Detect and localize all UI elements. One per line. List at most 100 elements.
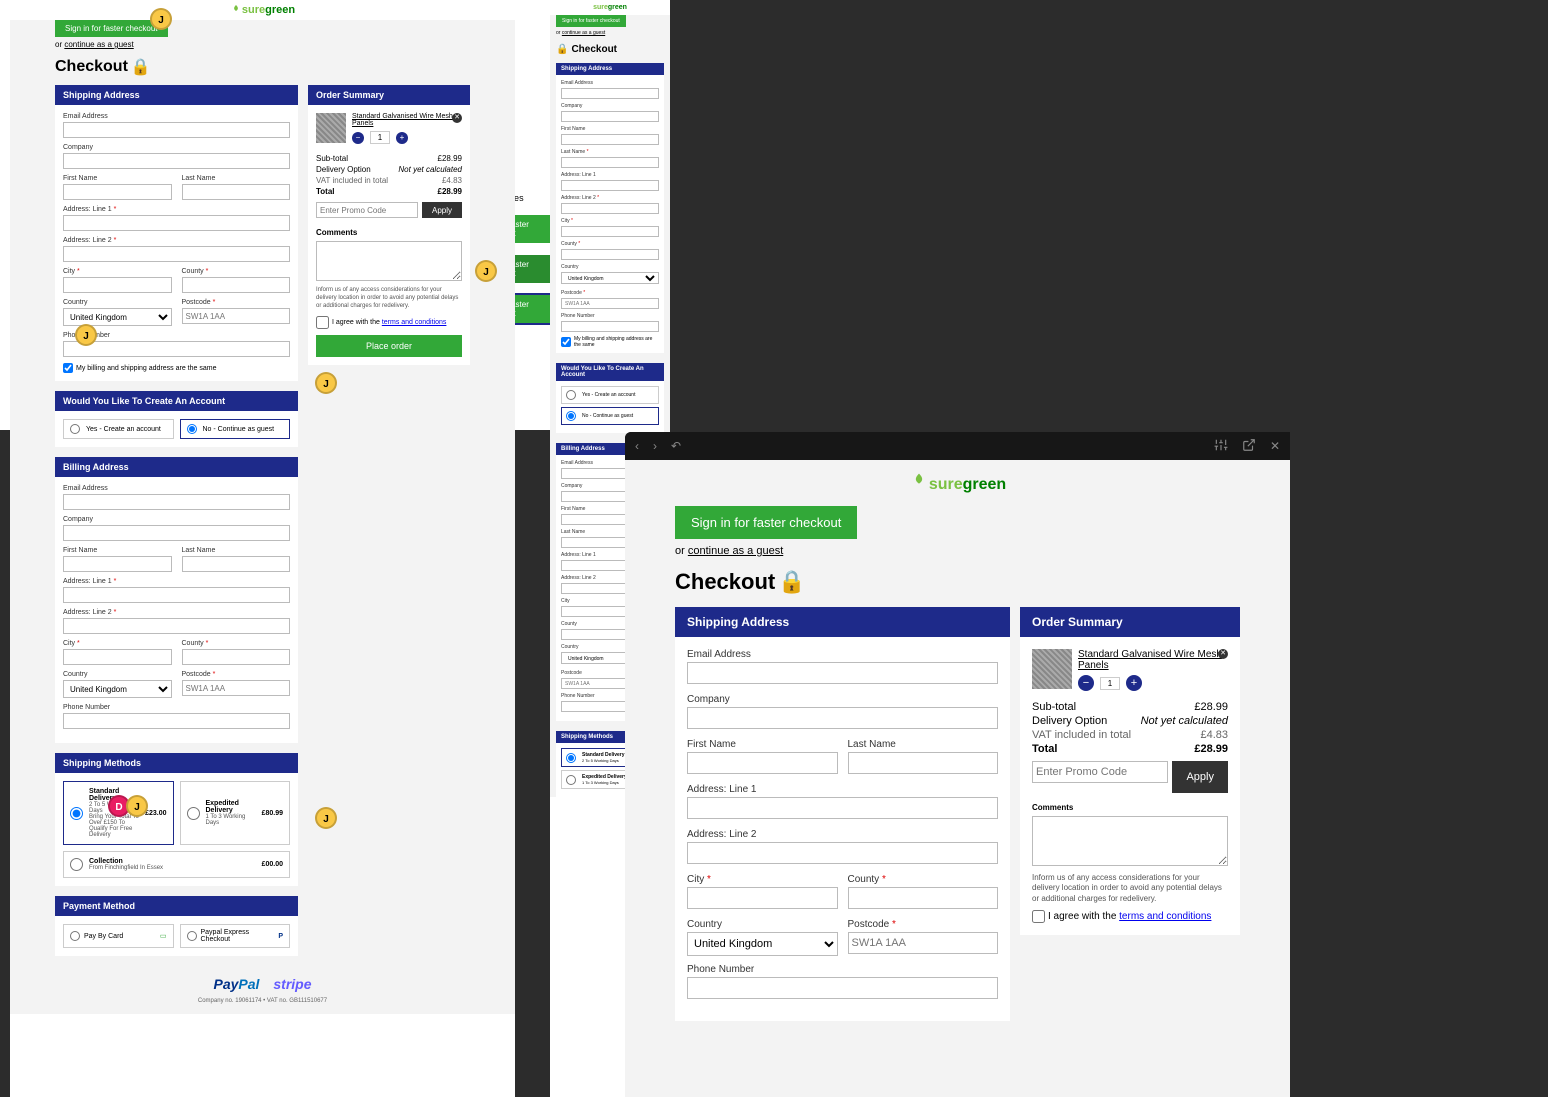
inp[interactable] [561,157,659,168]
inp[interactable] [687,707,998,729]
place-order-button[interactable]: Place order [316,335,462,357]
continue-guest-link[interactable]: continue as a guest [64,40,133,49]
inp[interactable] [687,662,998,684]
b-addr2-input[interactable] [63,618,290,634]
account-no-radio[interactable]: No - Continue as guest [180,419,291,439]
b-phone-input[interactable] [63,713,290,729]
ship-sub: 1 To 3 Working Days [206,814,256,826]
m-acc-yes[interactable]: Yes - Create an account [561,386,659,404]
undo-icon[interactable]: ↶ [671,439,681,453]
ship-collection[interactable]: CollectionFrom Finchingfield In Essex£00… [63,851,290,878]
remove-icon[interactable]: ✕ [1218,649,1228,659]
sel[interactable]: United Kingdom [687,932,838,956]
promo-input[interactable] [1032,761,1168,783]
inp[interactable] [687,752,838,774]
b-addr1-input[interactable] [63,587,290,603]
apply-button[interactable]: Apply [1172,761,1228,793]
inp[interactable] [687,977,998,999]
card-icon: ▭ [160,932,167,940]
b-postcode-input[interactable] [182,680,291,696]
first-input[interactable] [63,184,172,200]
postcode-input[interactable] [182,308,291,324]
inp[interactable] [561,203,659,214]
inp[interactable] [687,887,838,909]
last-input[interactable] [182,184,291,200]
qty-minus[interactable]: − [1078,675,1094,691]
inp[interactable] [687,842,998,864]
promo-input[interactable] [316,202,418,218]
product-thumb [316,113,346,143]
m-same-addr[interactable]: My billing and shipping address are the … [561,336,659,348]
b-email-input[interactable] [63,494,290,510]
pay-card-radio[interactable]: Pay By Card▭ [63,924,174,948]
b-addr2-label: Address: Line 2 * [63,609,290,616]
terms-checkbox[interactable]: I agree with the terms and conditions [316,316,462,329]
ship-expedited[interactable]: Expedited Delivery1 To 3 Working Days£80… [180,781,291,845]
close-icon[interactable]: ✕ [1270,439,1280,453]
b-city-label: City * [63,640,172,647]
inp[interactable] [561,180,659,191]
inp[interactable] [561,88,659,99]
b-city-input[interactable] [63,649,172,665]
pay-paypal-radio[interactable]: Paypal Express CheckoutP [180,924,291,948]
terms-link[interactable]: terms and conditions [382,319,447,326]
sel[interactable]: United Kingdom [561,272,659,284]
m-guest-link[interactable]: continue as a guest [562,30,605,36]
product-name[interactable]: Standard Galvanised Wire Mesh Panels [352,113,462,127]
lbl: County * [848,874,999,885]
inp[interactable] [561,111,659,122]
m-signin[interactable]: Sign in for faster checkout [556,15,626,27]
p-shipping: Shipping Address Email Address Company F… [675,607,1010,1021]
b-first-input[interactable] [63,556,172,572]
qty-value: 1 [370,131,390,144]
inp[interactable] [561,134,659,145]
m-acc-no[interactable]: No - Continue as guest [561,407,659,425]
comments-textarea[interactable] [316,241,462,281]
first-label: First Name [63,175,172,182]
account-yes-radio[interactable]: Yes - Create an account [63,419,174,439]
b-company-input[interactable] [63,525,290,541]
settings-icon[interactable] [1214,438,1228,455]
same-address-checkbox[interactable]: My billing and shipping address are the … [63,363,290,373]
qty-minus[interactable]: − [352,132,364,144]
cmt-lbl: Comments [1032,803,1228,812]
terms-link[interactable]: terms and conditions [1119,911,1211,922]
apply-button[interactable]: Apply [422,202,462,218]
b-country-select[interactable]: United Kingdom [63,680,172,698]
county-input[interactable] [182,277,291,293]
qty-plus[interactable]: + [1126,675,1142,691]
inp[interactable] [561,298,659,309]
email-input[interactable] [63,122,290,138]
b-county-input[interactable] [182,649,291,665]
inp[interactable] [848,932,999,954]
remove-item-icon[interactable]: ✕ [452,113,462,123]
addr2-input[interactable] [63,246,290,262]
company-input[interactable] [63,153,290,169]
back-icon[interactable]: ‹ [635,439,639,453]
country-select[interactable]: United Kingdom [63,308,172,326]
forward-icon[interactable]: › [653,439,657,453]
inp[interactable] [561,226,659,237]
qty-plus[interactable]: + [396,132,408,144]
user-avatar-j: J [75,324,97,346]
terms-chk[interactable]: I agree with the terms and conditions [1032,910,1228,923]
lock-icon: 🔒 [131,57,151,77]
m-account-panel: Would You Like To Create An Account Yes … [556,363,664,433]
cmt-ta[interactable] [1032,816,1228,866]
phone-input[interactable] [63,341,290,357]
inp[interactable] [561,321,659,332]
email-label: Email Address [63,113,290,120]
city-input[interactable] [63,277,172,293]
open-external-icon[interactable] [1242,438,1256,455]
p-signin[interactable]: Sign in for faster checkout [675,506,857,539]
product-name[interactable]: Standard Galvanised Wire Mesh Panels [1078,649,1228,671]
lbl: Phone Number [687,964,998,975]
inp[interactable] [687,797,998,819]
inp[interactable] [561,249,659,260]
p-title: Checkout🔒 [675,569,1240,595]
addr1-input[interactable] [63,215,290,231]
inp[interactable] [848,887,999,909]
inp[interactable] [848,752,999,774]
b-last-input[interactable] [182,556,291,572]
p-guest-link[interactable]: continue as a guest [688,545,783,557]
